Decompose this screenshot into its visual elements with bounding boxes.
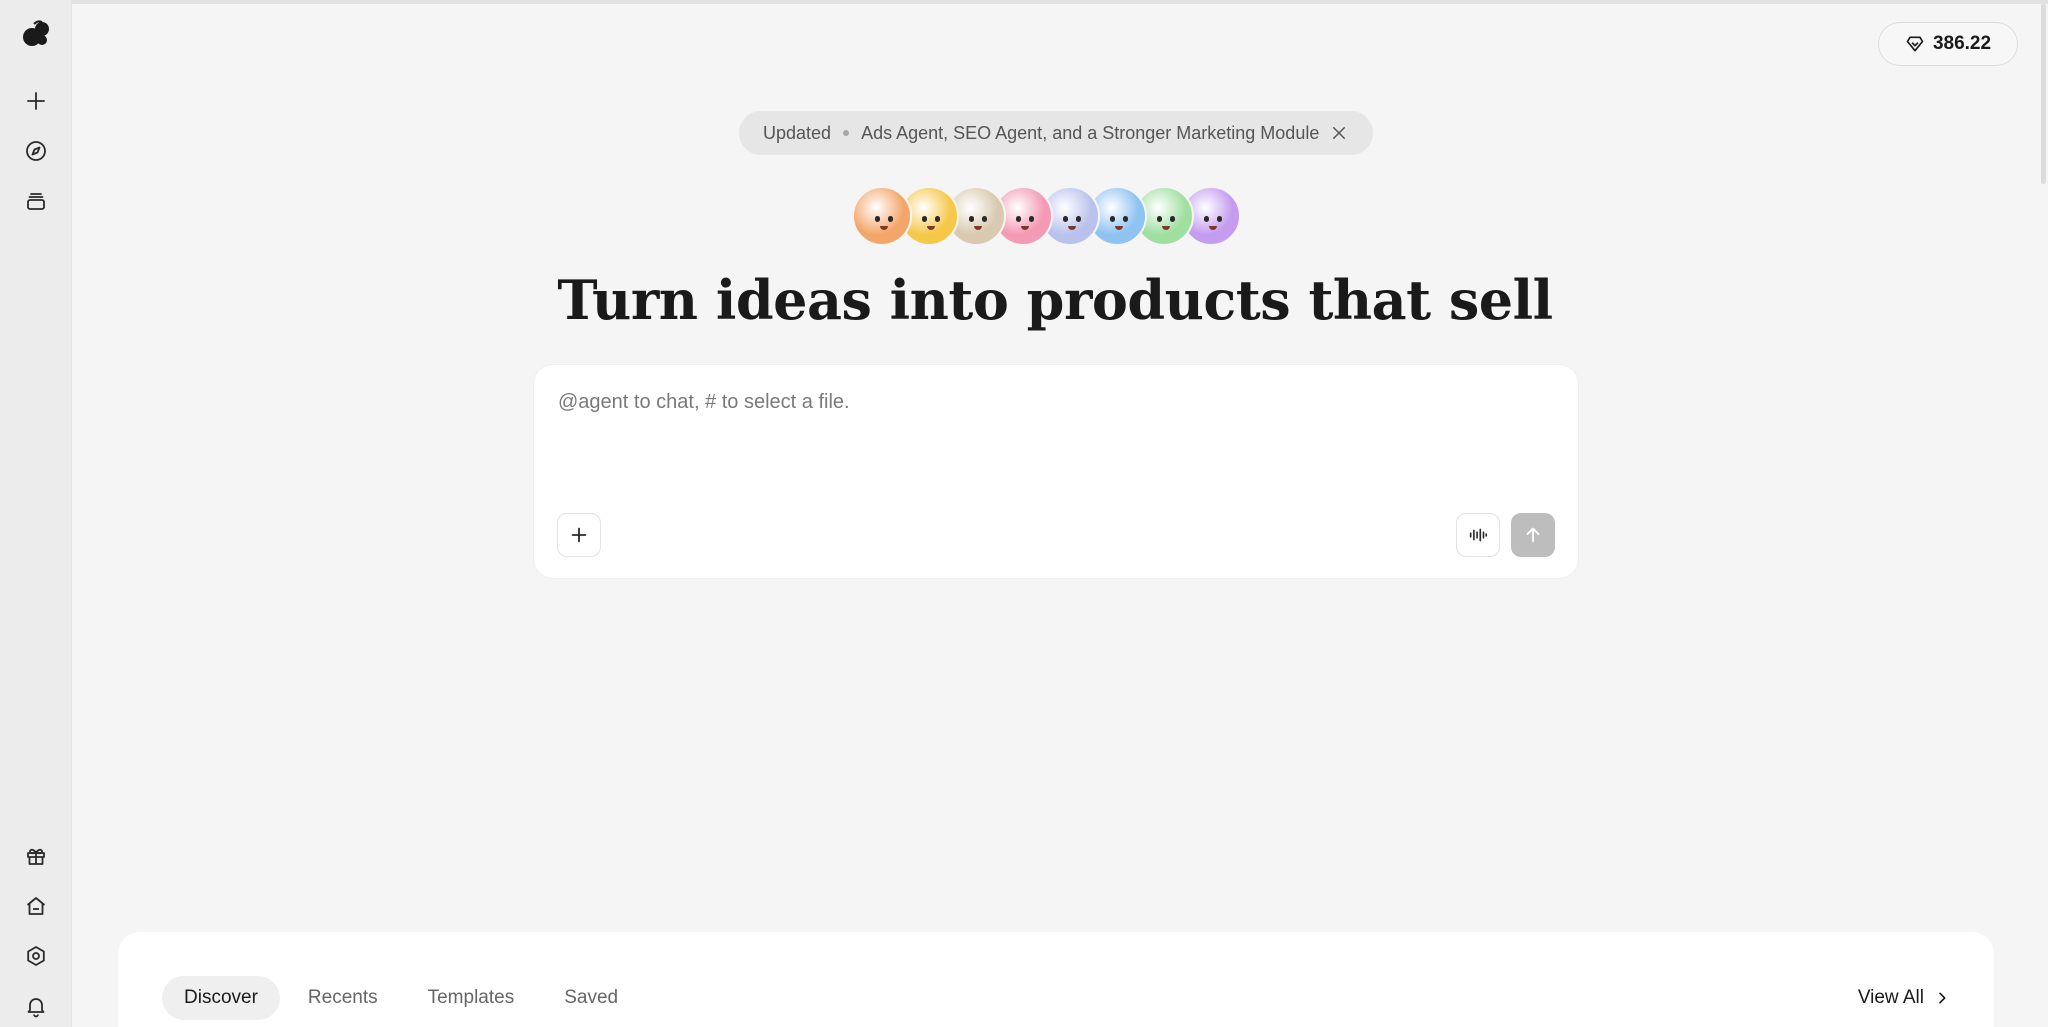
- panel-tabs: Discover Recents Templates Saved: [162, 976, 640, 1020]
- update-message: Ads Agent, SEO Agent, and a Stronger Mar…: [861, 122, 1320, 143]
- scrollbar[interactable]: [2038, 0, 2048, 1027]
- content-panel: Discover Recents Templates Saved View Al…: [118, 932, 1994, 1027]
- logo-icon[interactable]: [18, 16, 54, 52]
- stack-icon[interactable]: [18, 183, 54, 219]
- bell-icon[interactable]: [18, 988, 54, 1024]
- update-label: Updated: [763, 122, 832, 143]
- scrollbar-thumb[interactable]: [2041, 4, 2046, 184]
- top-border: [0, 0, 2048, 4]
- waveform-icon: [1469, 528, 1488, 542]
- sidebar: [0, 0, 72, 1027]
- agent-avatar-1: [852, 186, 912, 246]
- plus-icon[interactable]: [18, 83, 54, 119]
- tab-templates[interactable]: Templates: [406, 976, 537, 1020]
- home-icon[interactable]: [18, 888, 54, 924]
- arrow-up-icon: [1526, 527, 1540, 543]
- close-icon[interactable]: [1329, 123, 1349, 143]
- chevron-right-icon: [1939, 992, 1946, 1004]
- hero-title: Turn ideas into products that sell: [557, 268, 1553, 332]
- chat-composer: [533, 364, 1579, 579]
- tab-saved[interactable]: Saved: [542, 976, 640, 1020]
- view-all-label: View All: [1857, 987, 1924, 1008]
- agent-avatars: [852, 186, 1244, 246]
- update-banner[interactable]: Updated Ads Agent, SEO Agent, and a Stro…: [739, 111, 1373, 155]
- separator-dot: [843, 130, 850, 136]
- gift-icon[interactable]: [18, 838, 54, 874]
- compass-icon[interactable]: [18, 133, 54, 169]
- voice-input-button[interactable]: [1456, 513, 1500, 557]
- credits-badge[interactable]: 386.22: [1878, 22, 2018, 66]
- credits-value: 386.22: [1932, 33, 1992, 54]
- add-attachment-button[interactable]: [557, 513, 601, 557]
- view-all-link[interactable]: View All: [1858, 976, 1950, 1020]
- plus-icon: [571, 527, 587, 543]
- settings-icon[interactable]: [18, 938, 54, 974]
- tab-recents[interactable]: Recents: [286, 976, 400, 1020]
- diamond-icon: [1905, 34, 1925, 54]
- tab-discover[interactable]: Discover: [162, 976, 280, 1020]
- chat-input[interactable]: [558, 387, 1538, 417]
- send-button[interactable]: [1511, 513, 1555, 557]
